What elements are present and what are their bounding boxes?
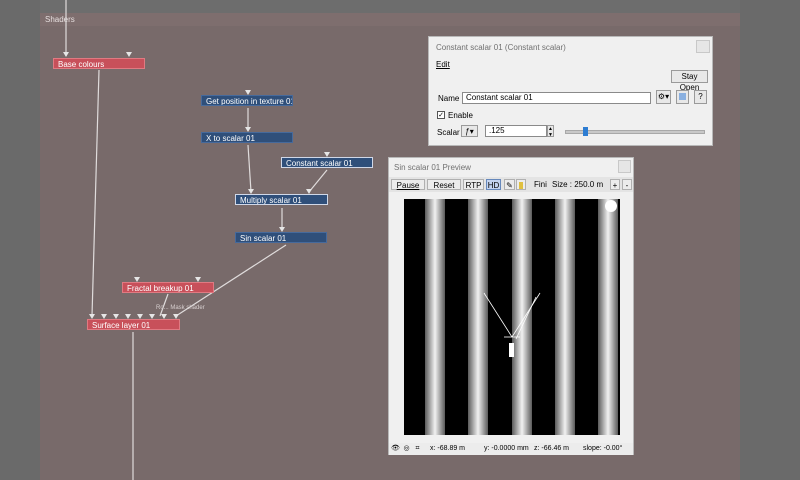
pause-button[interactable]: Pause bbox=[391, 179, 425, 190]
fini-label: Fini bbox=[534, 180, 547, 189]
node-surface-layer[interactable]: Surface layer 01 bbox=[87, 319, 180, 330]
input-port-icon[interactable] bbox=[63, 52, 69, 57]
preview-close-button[interactable] bbox=[618, 160, 631, 173]
enable-label: Enable bbox=[448, 111, 473, 120]
scalar-label: Scalar bbox=[437, 128, 460, 137]
outer-background-left bbox=[0, 0, 40, 480]
scalar-spinner[interactable]: ▲ ▼ bbox=[547, 125, 554, 138]
preview-title: Sin scalar 01 Preview bbox=[394, 163, 471, 172]
help-icon: ? bbox=[698, 92, 703, 101]
size-readout: Size : 250.0 m bbox=[552, 180, 604, 189]
eye-icon[interactable]: 👁 bbox=[391, 444, 400, 453]
sin-scalar-preview-window: Sin scalar 01 Preview Pause Reset RTP HD… bbox=[388, 157, 634, 455]
color-swatch-button[interactable] bbox=[676, 90, 689, 104]
node-base-colours[interactable]: Base colours bbox=[53, 58, 145, 69]
zoom-out-button[interactable]: - bbox=[622, 179, 632, 190]
sun-icon[interactable]: ✹ bbox=[605, 200, 617, 212]
dialog-close-button[interactable] bbox=[696, 40, 710, 53]
crosshair-icon: ✎ bbox=[506, 181, 513, 190]
y-coordinate: y: -0.0000 mm bbox=[484, 445, 529, 452]
dialog-title: Constant scalar 01 (Constant scalar) bbox=[436, 43, 566, 52]
preview-render[interactable]: ✹ bbox=[404, 199, 620, 435]
preview-toolbar: Pause Reset RTP HD ✎ Fini Size : 250.0 m… bbox=[389, 177, 633, 192]
node-sublabel: Ro... Mask shader bbox=[156, 305, 205, 311]
rtp-button[interactable]: RTP bbox=[463, 179, 484, 190]
input-port-icon[interactable] bbox=[126, 52, 132, 57]
stay-open-button[interactable]: Stay Open bbox=[671, 70, 708, 92]
lock-icon bbox=[519, 182, 523, 189]
z-coordinate: z: -66.46 m bbox=[534, 445, 570, 452]
menu-edit[interactable]: Edit bbox=[436, 60, 450, 69]
zoom-in-button[interactable]: + bbox=[610, 179, 620, 190]
preview-status-bar: 👁 ◎ ⌗ x: -68.89 m y: -0.0000 mm z: -66.4… bbox=[389, 443, 633, 455]
camera-frustum-icon bbox=[483, 292, 541, 357]
x-coordinate: x: -68.89 m bbox=[430, 445, 466, 452]
name-input[interactable]: Constant scalar 01 bbox=[462, 92, 651, 104]
scalar-input[interactable]: .125 bbox=[485, 125, 547, 137]
enable-checkbox[interactable]: ✓ bbox=[437, 111, 445, 119]
constant-scalar-dialog: Constant scalar 01 (Constant scalar) Edi… bbox=[428, 36, 713, 146]
node-x-to-scalar[interactable]: X to scalar 01 bbox=[201, 132, 293, 143]
color-swatch-icon bbox=[679, 93, 686, 100]
reset-button[interactable]: Reset bbox=[427, 179, 461, 190]
scalar-mode-button[interactable]: ƒ▾ bbox=[461, 125, 478, 137]
help-button[interactable]: ? bbox=[694, 90, 707, 104]
node-multiply-scalar[interactable]: Multiply scalar 01 bbox=[235, 194, 328, 205]
gear-icon: ⚙▾ bbox=[657, 92, 670, 101]
scalar-slider-thumb[interactable] bbox=[582, 127, 588, 136]
node-sin-scalar[interactable]: Sin scalar 01 bbox=[235, 232, 327, 243]
layers-icon[interactable]: ◎ bbox=[402, 444, 411, 453]
function-icon: ƒ▾ bbox=[465, 127, 474, 136]
crosshair-button[interactable]: ✎ bbox=[504, 179, 515, 190]
outer-background-right bbox=[740, 0, 800, 480]
lock-button[interactable] bbox=[516, 179, 526, 190]
slope-readout: slope: -0.00° bbox=[583, 445, 623, 452]
shaders-panel-title: Shaders bbox=[40, 13, 740, 26]
gear-menu-button[interactable]: ⚙▾ bbox=[656, 90, 671, 104]
hd-toggle[interactable]: HD bbox=[486, 179, 501, 190]
node-constant-scalar[interactable]: Constant scalar 01 bbox=[281, 157, 373, 168]
node-fractal-breakup[interactable]: Fractal breakup 01 bbox=[122, 282, 214, 293]
node-get-position-in-texture[interactable]: Get position in texture 01 bbox=[201, 95, 293, 106]
name-label: Name bbox=[438, 94, 460, 103]
camera-icon[interactable]: ⌗ bbox=[413, 444, 422, 453]
